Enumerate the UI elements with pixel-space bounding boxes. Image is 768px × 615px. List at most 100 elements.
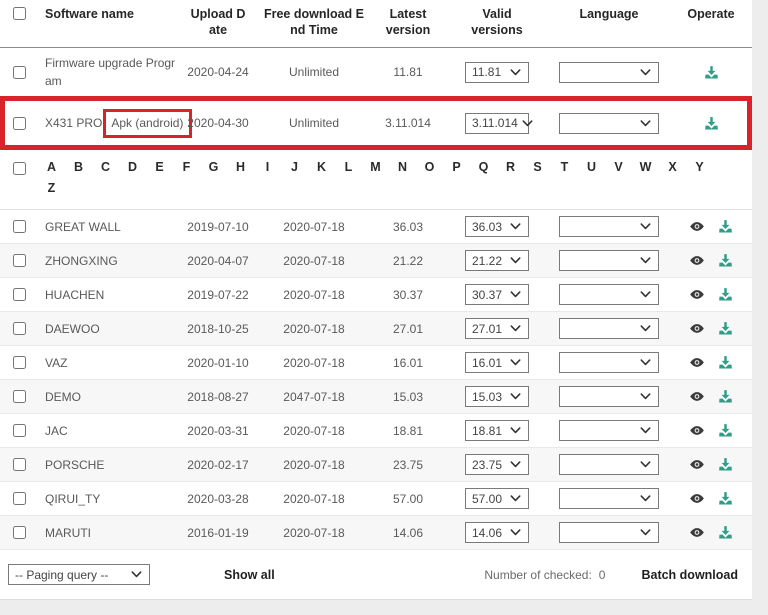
alphabet-letter-N[interactable]: N xyxy=(389,160,416,174)
view-eye-icon[interactable] xyxy=(689,459,705,470)
alphabet-letter-S[interactable]: S xyxy=(524,160,551,174)
row-checkbox[interactable] xyxy=(13,117,26,130)
language-select[interactable] xyxy=(559,522,659,543)
alphabet-letter-P[interactable]: P xyxy=(443,160,470,174)
view-eye-icon[interactable] xyxy=(689,493,705,504)
valid-version-select[interactable]: 36.03 xyxy=(465,216,529,237)
valid-version-select[interactable]: 23.75 xyxy=(465,454,529,475)
row-checkbox-cell xyxy=(0,288,38,301)
alphabet-letter-B[interactable]: B xyxy=(65,160,92,174)
download-icon[interactable] xyxy=(718,321,733,336)
alphabet-letter-K[interactable]: K xyxy=(308,160,335,174)
alphabet-letter-D[interactable]: D xyxy=(119,160,146,174)
upload-date-text: 2020-02-17 xyxy=(178,458,258,472)
language-select[interactable] xyxy=(559,250,659,271)
alphabet-letter-Y[interactable]: Y xyxy=(686,160,713,174)
language-select[interactable] xyxy=(559,454,659,475)
alphabet-letter-M[interactable]: M xyxy=(362,160,389,174)
download-icon[interactable] xyxy=(718,525,733,540)
view-eye-icon[interactable] xyxy=(689,391,705,402)
row-checkbox[interactable] xyxy=(13,458,26,471)
alphabet-letter-C[interactable]: C xyxy=(92,160,119,174)
alphabet-letter-I[interactable]: I xyxy=(254,160,281,174)
alphabet-letter-J[interactable]: J xyxy=(281,160,308,174)
alphabet-letter-O[interactable]: O xyxy=(416,160,443,174)
alphabet-letter-X[interactable]: X xyxy=(659,160,686,174)
alphabet-letter-U[interactable]: U xyxy=(578,160,605,174)
alphabet-letter-G[interactable]: G xyxy=(200,160,227,174)
batch-download-button[interactable]: Batch download xyxy=(641,568,738,582)
operate-cell xyxy=(670,321,752,336)
upload-date-text: 2020-03-28 xyxy=(178,492,258,506)
valid-version-select[interactable]: 11.81 xyxy=(465,62,529,83)
valid-version-selected-value: 23.75 xyxy=(472,458,502,472)
language-select[interactable] xyxy=(559,62,659,83)
valid-version-select[interactable]: 16.01 xyxy=(465,352,529,373)
download-icon[interactable] xyxy=(704,116,719,131)
valid-version-select[interactable]: 21.22 xyxy=(465,250,529,271)
view-eye-icon[interactable] xyxy=(689,289,705,300)
row-checkbox[interactable] xyxy=(13,288,26,301)
alphabet-letter-E[interactable]: E xyxy=(146,160,173,174)
show-all-button[interactable]: Show all xyxy=(224,568,275,582)
download-icon[interactable] xyxy=(718,355,733,370)
alphabet-row-checkbox[interactable] xyxy=(13,162,26,175)
row-checkbox[interactable] xyxy=(13,66,26,79)
table-footer: -- Paging query -- Show all Number of ch… xyxy=(0,550,752,600)
latest-version-text: 57.00 xyxy=(370,492,446,506)
valid-version-select[interactable]: 14.06 xyxy=(465,522,529,543)
download-icon[interactable] xyxy=(718,219,733,234)
alphabet-letter-R[interactable]: R xyxy=(497,160,524,174)
row-checkbox[interactable] xyxy=(13,356,26,369)
download-icon[interactable] xyxy=(718,389,733,404)
download-icon[interactable] xyxy=(718,423,733,438)
alphabet-letter-V[interactable]: V xyxy=(605,160,632,174)
alphabet-letter-Z[interactable]: Z xyxy=(38,181,65,195)
language-select[interactable] xyxy=(559,318,659,339)
download-icon[interactable] xyxy=(718,457,733,472)
download-icon[interactable] xyxy=(718,491,733,506)
free-download-end-time-text: 2020-07-18 xyxy=(258,288,370,302)
language-select[interactable] xyxy=(559,113,659,134)
select-all-checkbox[interactable] xyxy=(13,7,26,20)
alphabet-letter-A[interactable]: A xyxy=(38,160,65,174)
download-icon[interactable] xyxy=(704,65,719,80)
table-row: PORSCHE 2020-02-17 2020-07-18 23.75 23.7… xyxy=(0,448,752,482)
alphabet-letter-H[interactable]: H xyxy=(227,160,254,174)
language-select[interactable] xyxy=(559,352,659,373)
language-select[interactable] xyxy=(559,488,659,509)
language-select[interactable] xyxy=(559,386,659,407)
valid-version-select[interactable]: 27.01 xyxy=(465,318,529,339)
view-eye-icon[interactable] xyxy=(689,425,705,436)
view-eye-icon[interactable] xyxy=(689,357,705,368)
view-eye-icon[interactable] xyxy=(689,527,705,538)
valid-version-select[interactable]: 57.00 xyxy=(465,488,529,509)
row-checkbox[interactable] xyxy=(13,526,26,539)
download-icon[interactable] xyxy=(718,253,733,268)
view-eye-icon[interactable] xyxy=(689,323,705,334)
language-select[interactable] xyxy=(559,284,659,305)
row-checkbox[interactable] xyxy=(13,492,26,505)
view-eye-icon[interactable] xyxy=(689,255,705,266)
download-icon[interactable] xyxy=(718,287,733,302)
alphabet-letter-W[interactable]: W xyxy=(632,160,659,174)
alphabet-letter-L[interactable]: L xyxy=(335,160,362,174)
chevron-down-icon xyxy=(640,461,651,468)
valid-version-select[interactable]: 18.81 xyxy=(465,420,529,441)
valid-version-select[interactable]: 30.37 xyxy=(465,284,529,305)
alphabet-letter-Q[interactable]: Q xyxy=(470,160,497,174)
row-checkbox[interactable] xyxy=(13,254,26,267)
language-select[interactable] xyxy=(559,420,659,441)
alphabet-letter-T[interactable]: T xyxy=(551,160,578,174)
operate-cell xyxy=(670,287,752,302)
row-checkbox[interactable] xyxy=(13,322,26,335)
row-checkbox[interactable] xyxy=(13,390,26,403)
valid-version-select[interactable]: 15.03 xyxy=(465,386,529,407)
language-select[interactable] xyxy=(559,216,659,237)
valid-version-select[interactable]: 3.11.014 xyxy=(465,113,529,134)
paging-query-select[interactable]: -- Paging query -- xyxy=(8,564,150,585)
row-checkbox[interactable] xyxy=(13,424,26,437)
row-checkbox[interactable] xyxy=(13,220,26,233)
alphabet-letter-F[interactable]: F xyxy=(173,160,200,174)
view-eye-icon[interactable] xyxy=(689,221,705,232)
